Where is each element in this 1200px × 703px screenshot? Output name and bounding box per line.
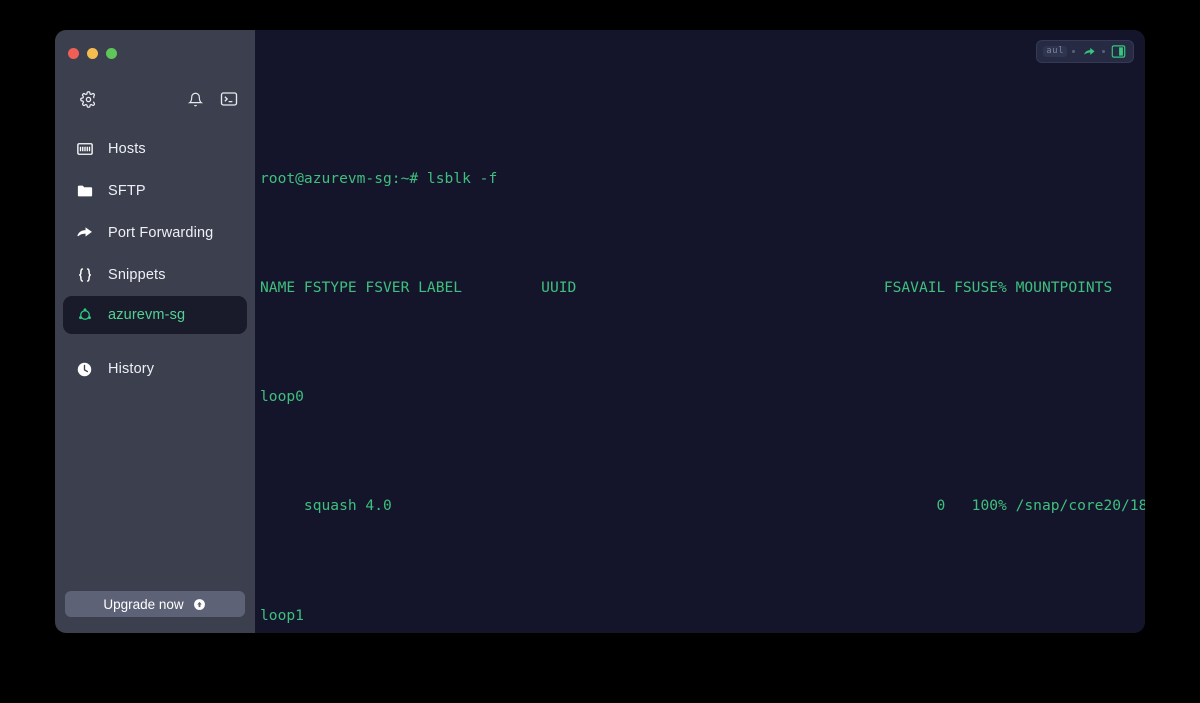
hosts-icon — [75, 140, 94, 159]
clock-icon — [75, 360, 94, 379]
sidebar-item-label: SFTP — [108, 183, 146, 199]
sidebar-item-label: Hosts — [108, 141, 146, 157]
split-pane-icon[interactable] — [1110, 44, 1127, 59]
terminal-line: squash 4.0 0 100% /snap/core20/1879 — [260, 497, 1145, 515]
close-window-button[interactable] — [68, 48, 79, 59]
terminal-line: loop1 — [260, 606, 304, 624]
bell-icon[interactable] — [183, 87, 207, 111]
sidebar-item-label: Port Forwarding — [108, 225, 214, 241]
sidebar-toolbar — [55, 80, 255, 118]
share-arrow-icon[interactable] — [1080, 44, 1097, 59]
braces-icon — [75, 266, 94, 285]
arrow-icon — [75, 224, 94, 243]
sidebar-item-label: History — [108, 361, 155, 377]
sidebar: Hosts SFTP Port Forwarding Snippets azur… — [55, 30, 255, 633]
sidebar-item-snippets[interactable]: Snippets — [55, 254, 255, 296]
sidebar-nav-list: Hosts SFTP Port Forwarding Snippets azur… — [55, 128, 255, 390]
sidebar-footer: Upgrade now — [55, 591, 255, 633]
terminal-output[interactable]: root@azurevm-sg:~# lsblk -f NAME FSTYPE … — [255, 30, 1145, 633]
terminal-line: loop0 — [260, 388, 304, 406]
app-window: Hosts SFTP Port Forwarding Snippets azur… — [55, 30, 1145, 633]
upgrade-label: Upgrade now — [103, 596, 184, 612]
sidebar-item-sftp[interactable]: SFTP — [55, 170, 255, 212]
minimize-window-button[interactable] — [87, 48, 98, 59]
terminal-session-badge: aul — [1043, 45, 1067, 58]
sidebar-item-hosts[interactable]: Hosts — [55, 128, 255, 170]
upgrade-now-button[interactable]: Upgrade now — [65, 591, 245, 617]
terminal-icon[interactable] — [217, 87, 241, 111]
sidebar-item-label: Snippets — [108, 267, 166, 283]
terminal-line: root@azurevm-sg:~# lsblk -f — [260, 169, 498, 187]
toolbar-separator-dot — [1072, 50, 1075, 53]
window-traffic-lights — [55, 30, 255, 64]
sidebar-item-port-forwarding[interactable]: Port Forwarding — [55, 212, 255, 254]
sidebar-item-history[interactable]: History — [55, 348, 255, 390]
terminal-toolbar: aul — [1036, 40, 1134, 63]
gear-icon[interactable] — [76, 87, 100, 111]
sidebar-item-azurevm-sg[interactable]: azurevm-sg — [63, 296, 247, 334]
terminal-line: NAME FSTYPE FSVER LABEL UUID FSAVAIL FSU… — [260, 279, 1113, 297]
upgrade-arrow-icon — [193, 597, 207, 611]
toolbar-separator-dot — [1102, 50, 1105, 53]
terminal-pane[interactable]: aul root@azurevm-sg:~# lsblk -f NAME FST… — [255, 30, 1145, 633]
zoom-window-button[interactable] — [106, 48, 117, 59]
sidebar-item-label: azurevm-sg — [108, 307, 186, 323]
ubuntu-icon — [75, 306, 94, 325]
folder-icon — [75, 182, 94, 201]
